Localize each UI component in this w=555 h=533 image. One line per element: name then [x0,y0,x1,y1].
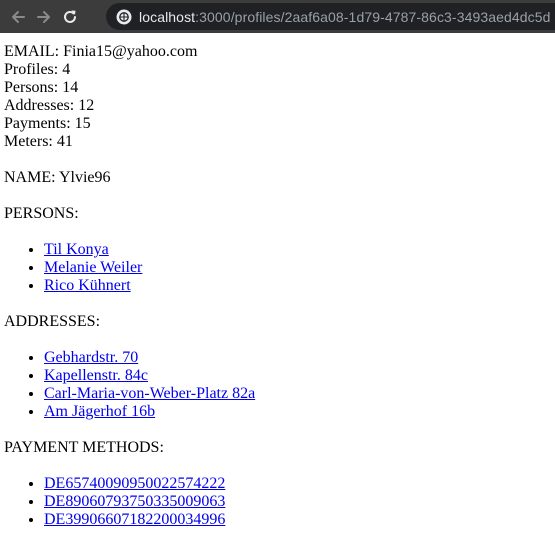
profiles-count: 4 [62,61,71,78]
addresses-list: Gebhardstr. 70 Kapellenstr. 84c Carl-Mar… [4,349,551,421]
addresses-label: Addresses: [4,97,75,114]
address-link[interactable]: Kapellenstr. 84c [44,367,148,384]
back-button[interactable] [5,0,31,33]
email-label: EMAIL: [4,43,60,60]
list-item: Til Konya [44,241,551,259]
list-item: Am Jägerhof 16b [44,403,551,421]
meters-line: Meters: 41 [4,133,551,151]
list-item: Rico Kühnert [44,277,551,295]
name-value: Ylvie96 [58,169,111,186]
addresses-line: Addresses: 12 [4,97,551,115]
person-link[interactable]: Melanie Weiler [44,259,142,276]
payments-label: Payments: [4,115,71,132]
payments-count: 15 [74,115,91,132]
name-line: NAME: Ylvie96 [4,169,551,187]
list-item: Melanie Weiler [44,259,551,277]
list-item: Gebhardstr. 70 [44,349,551,367]
payments-line: Payments: 15 [4,115,551,133]
page-content: EMAIL: Finia15@yahoo.com Profiles: 4 Per… [0,33,555,529]
persons-list: Til Konya Melanie Weiler Rico Kühnert [4,241,551,295]
person-link[interactable]: Rico Kühnert [44,277,131,294]
addresses-count: 12 [78,97,95,114]
url-host: localhost [139,8,196,25]
person-link[interactable]: Til Konya [44,241,109,258]
addresses-heading: ADDRESSES: [4,313,101,330]
list-item: DE39906607182200034996 [44,511,551,529]
email-value: Finia15@yahoo.com [63,43,198,60]
address-link[interactable]: Carl-Maria-von-Weber-Platz 82a [44,385,255,402]
list-item: Kapellenstr. 84c [44,367,551,385]
persons-heading: PERSONS: [4,205,79,222]
email-line: EMAIL: Finia15@yahoo.com [4,43,551,61]
address-bar[interactable]: localhost:3000/profiles/2aaf6a08-1d79-47… [106,3,555,30]
reload-icon [64,10,76,23]
name-label: NAME: [4,169,56,186]
address-link[interactable]: Am Jägerhof 16b [44,403,155,420]
list-item: DE89060793750335009063 [44,493,551,511]
payment-method-link[interactable]: DE65740090950022574222 [44,475,225,492]
meters-count: 41 [56,133,73,150]
persons-label: Persons: [4,79,59,96]
url-path: :3000/profiles/2aaf6a08-1d79-4787-86c3-3… [195,8,551,25]
meters-label: Meters: [4,133,53,150]
payment-methods-list: DE65740090950022574222 DE890607937503350… [4,475,551,529]
persons-line: Persons: 14 [4,79,551,97]
arrow-left-icon [12,10,25,23]
profiles-label: Profiles: [4,61,59,78]
forward-button[interactable] [31,0,57,33]
profile-stats: EMAIL: Finia15@yahoo.com Profiles: 4 Per… [4,43,551,151]
profiles-line: Profiles: 4 [4,61,551,79]
persons-count: 14 [62,79,79,96]
list-item: Carl-Maria-von-Weber-Platz 82a [44,385,551,403]
payment-methods-heading: PAYMENT METHODS: [4,439,164,456]
list-item: DE65740090950022574222 [44,475,551,493]
browser-toolbar: localhost:3000/profiles/2aaf6a08-1d79-47… [0,0,555,33]
payment-method-link[interactable]: DE39906607182200034996 [44,511,225,528]
arrow-right-icon [37,10,50,23]
url-text: localhost:3000/profiles/2aaf6a08-1d79-47… [139,9,551,25]
payment-method-link[interactable]: DE89060793750335009063 [44,493,225,510]
site-info-icon[interactable] [116,9,132,25]
address-link[interactable]: Gebhardstr. 70 [44,349,138,366]
reload-button[interactable] [57,0,83,33]
